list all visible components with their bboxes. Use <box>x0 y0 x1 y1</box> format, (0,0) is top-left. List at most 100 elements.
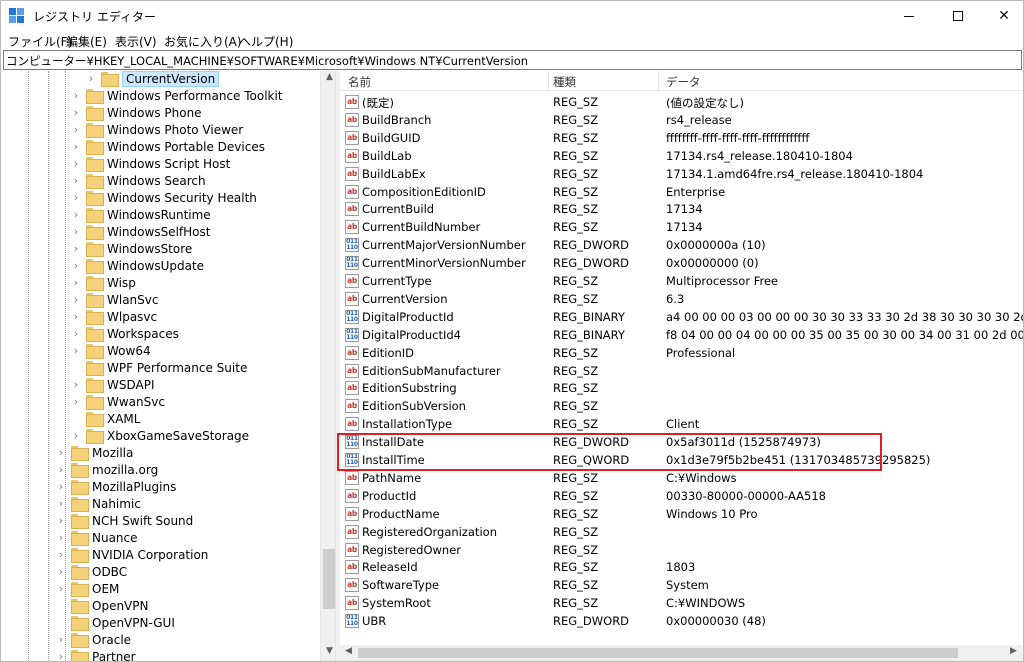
column-header-data[interactable]: データ <box>666 74 701 90</box>
chevron-right-icon[interactable]: › <box>55 580 67 597</box>
tree-item[interactable]: › ODBC <box>55 563 127 580</box>
chevron-right-icon[interactable]: › <box>55 546 67 563</box>
tree-item[interactable]: › Partner <box>55 648 136 661</box>
value-row[interactable]: 011 110 UBR REG_DWORD 0x00000030 (48) <box>340 612 1023 630</box>
chevron-right-icon[interactable]: › <box>70 87 82 104</box>
value-row[interactable]: ab CurrentBuild REG_SZ 17134 <box>340 200 1023 218</box>
value-row[interactable]: ab EditionSubVersion REG_SZ <box>340 397 1023 415</box>
close-button[interactable]: ✕ <box>981 1 1024 31</box>
chevron-right-icon[interactable]: › <box>70 206 82 223</box>
tree-item[interactable]: › NVIDIA Corporation <box>55 546 208 563</box>
tree-vertical-scrollbar[interactable]: ▲ ▼ <box>320 71 335 661</box>
tree-item[interactable]: › Mozilla <box>55 444 133 461</box>
value-row[interactable]: ab BuildLabEx REG_SZ 17134.1.amd64fre.rs4_r… <box>340 165 1023 183</box>
chevron-right-icon[interactable]: › <box>55 495 67 512</box>
title-bar[interactable]: レジストリ エディター ✕ <box>1 1 1023 31</box>
value-row[interactable]: ab RegisteredOrganization REG_SZ <box>340 523 1023 541</box>
tree-item[interactable]: › WindowsRuntime <box>70 206 211 223</box>
value-row[interactable]: ab ProductId REG_SZ 00330-80000-00000-AA518 <box>340 487 1023 505</box>
values-list-pane[interactable]: 名前 種類 データ ab (既定) REG_SZ (値の設定なし) ab BuildBra… <box>340 71 1023 661</box>
chevron-right-icon[interactable]: › <box>70 240 82 257</box>
tree-item[interactable]: › WindowsStore <box>70 240 192 257</box>
value-row[interactable]: ab CurrentType REG_SZ Multiprocessor Free <box>340 272 1023 290</box>
chevron-right-icon[interactable]: › <box>55 631 67 648</box>
tree-item[interactable]: › Wow64 <box>70 342 151 359</box>
column-divider[interactable] <box>658 71 659 91</box>
chevron-right-icon[interactable]: › <box>70 325 82 342</box>
value-row[interactable]: ab PathName REG_SZ C:¥Windows <box>340 469 1023 487</box>
address-bar[interactable]: コンピューター¥HKEY_LOCAL_MACHINE¥SOFTWARE¥Micr… <box>3 50 1022 70</box>
chevron-right-icon[interactable]: › <box>55 512 67 529</box>
value-row[interactable]: ab SoftwareType REG_SZ System <box>340 576 1023 594</box>
value-row[interactable]: ab ProductName REG_SZ Windows 10 Pro <box>340 505 1023 523</box>
value-row[interactable]: 011 110 CurrentMinorVersionNumber REG_DWORD… <box>340 254 1023 272</box>
menu-view[interactable]: 表示(V) <box>115 33 157 50</box>
scroll-left-icon[interactable]: ◀ <box>345 646 352 656</box>
minimize-button[interactable] <box>886 1 932 31</box>
chevron-right-icon[interactable]: › <box>70 274 82 291</box>
chevron-right-icon[interactable]: › <box>70 121 82 138</box>
chevron-right-icon[interactable]: › <box>70 308 82 325</box>
list-horizontal-scrollbar[interactable]: ◀ ▶ <box>340 645 1023 661</box>
chevron-right-icon[interactable]: › <box>55 648 67 661</box>
chevron-right-icon[interactable]: › <box>70 172 82 189</box>
column-header-type[interactable]: 種類 <box>553 74 576 90</box>
value-row[interactable]: ab CurrentBuildNumber REG_SZ 17134 <box>340 218 1023 236</box>
value-row[interactable]: ab CurrentVersion REG_SZ 6.3 <box>340 290 1023 308</box>
tree-item[interactable]: › Windows Security Health <box>70 189 257 206</box>
chevron-right-icon[interactable]: › <box>70 291 82 308</box>
tree-item[interactable]: › Oracle <box>55 631 131 648</box>
menu-favorites[interactable]: お気に入り(A) <box>164 33 242 50</box>
tree-item[interactable]: › WindowsUpdate <box>70 257 204 274</box>
tree-item[interactable]: › MozillaPlugins <box>55 478 176 495</box>
chevron-right-icon[interactable]: › <box>70 138 82 155</box>
value-row[interactable]: ab ReleaseId REG_SZ 1803 <box>340 558 1023 576</box>
tree-item[interactable]: OpenVPN <box>55 597 148 614</box>
chevron-right-icon[interactable]: › <box>55 478 67 495</box>
list-scroll-thumb[interactable] <box>358 648 958 658</box>
chevron-right-icon[interactable]: › <box>85 71 97 87</box>
tree-item[interactable]: › Windows Portable Devices <box>70 138 265 155</box>
scroll-right-icon[interactable]: ▶ <box>1010 646 1017 656</box>
tree-item[interactable]: › Workspaces <box>70 325 179 342</box>
chevron-right-icon[interactable]: › <box>70 257 82 274</box>
tree-item[interactable]: › WindowsSelfHost <box>70 223 210 240</box>
chevron-right-icon[interactable]: › <box>55 461 67 478</box>
value-row[interactable]: ab (既定) REG_SZ (値の設定なし) <box>340 93 1023 111</box>
value-row[interactable]: ab BuildGUID REG_SZ ffffffff-ffff-ffff-ffff… <box>340 129 1023 147</box>
value-row[interactable]: 011 110 DigitalProductId REG_BINARY a4 00 00… <box>340 308 1023 326</box>
column-header-name[interactable]: 名前 <box>348 74 371 90</box>
scroll-down-icon[interactable]: ▼ <box>321 646 335 660</box>
menu-file[interactable]: ファイル(F) <box>8 33 72 50</box>
chevron-right-icon[interactable]: › <box>70 342 82 359</box>
chevron-right-icon[interactable]: › <box>55 444 67 461</box>
tree-item[interactable]: › Windows Photo Viewer <box>70 121 243 138</box>
tree-item[interactable]: › OEM <box>55 580 119 597</box>
value-row[interactable]: ab BuildLab REG_SZ 17134.rs4_release.180410… <box>340 147 1023 165</box>
column-divider[interactable] <box>548 71 549 91</box>
chevron-right-icon[interactable]: › <box>70 427 82 444</box>
value-row[interactable]: ab BuildBranch REG_SZ rs4_release <box>340 111 1023 129</box>
chevron-right-icon[interactable]: › <box>70 223 82 240</box>
scroll-up-icon[interactable]: ▲ <box>321 72 335 86</box>
tree-item[interactable]: WPF Performance Suite <box>70 359 247 376</box>
tree-item[interactable]: › Nahimic <box>55 495 141 512</box>
value-row[interactable]: 011 110 DigitalProductId4 REG_BINARY f8 04 0… <box>340 326 1023 344</box>
value-row[interactable]: ab SystemRoot REG_SZ C:¥WINDOWS <box>340 594 1023 612</box>
value-row[interactable]: ab CompositionEditionID REG_SZ Enterprise <box>340 183 1023 201</box>
tree-item[interactable]: › Wisp <box>70 274 136 291</box>
menu-help[interactable]: ヘルプ(H) <box>239 33 293 50</box>
maximize-button[interactable] <box>935 1 981 31</box>
tree-item[interactable]: › XboxGameSaveStorage <box>70 427 249 444</box>
tree-item[interactable]: › NCH Swift Sound <box>55 512 193 529</box>
tree-item[interactable]: OpenVPN-GUI <box>55 614 175 631</box>
value-row[interactable]: 011 110 CurrentMajorVersionNumber REG_DWORD… <box>340 236 1023 254</box>
chevron-right-icon[interactable]: › <box>55 563 67 580</box>
tree-item[interactable]: › Nuance <box>55 529 138 546</box>
key-tree-pane[interactable]: ▲ ▼ › CurrentVersion › Windows Performance … <box>3 71 336 661</box>
chevron-right-icon[interactable]: › <box>70 376 82 393</box>
tree-item[interactable]: › Wlpasvc <box>70 308 157 325</box>
tree-item[interactable]: › Windows Script Host <box>70 155 230 172</box>
tree-item[interactable]: › mozilla.org <box>55 461 158 478</box>
value-row[interactable]: ab EditionID REG_SZ Professional <box>340 344 1023 362</box>
